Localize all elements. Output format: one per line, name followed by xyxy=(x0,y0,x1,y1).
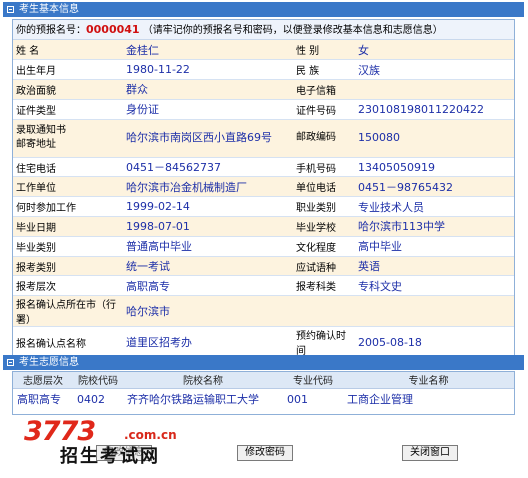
watermark-domain: .com.cn xyxy=(124,428,177,442)
wish-cell: 高职高专 xyxy=(13,388,73,410)
info-label: 姓 名 xyxy=(13,40,123,61)
info-label: 毕业学校 xyxy=(293,216,355,237)
info-value xyxy=(355,79,514,100)
info-value: 1998-07-01 xyxy=(123,216,293,237)
info-label: 报考科类 xyxy=(293,275,355,297)
reg-notice: 你的预报名号：0000041 （请牢记你的预报名号和密码，以便登录修改基本信息和… xyxy=(13,20,514,40)
info-label: 手机号码 xyxy=(293,157,355,178)
info-row: 何时参加工作 1999-02-14 职业类别 专业技术人员 xyxy=(13,196,514,218)
info-value: 2005-08-18 xyxy=(355,326,514,359)
wish-row: 高职高专 0402 齐齐哈尔铁路运输职工大学 001 工商企业管理 xyxy=(13,388,514,410)
info-row: 录取通知书 邮寄地址 哈尔滨市南岗区西小直路69号 邮政编码 150080 xyxy=(13,119,514,158)
info-label: 报考层次 xyxy=(13,275,123,297)
info-value: 专科文史 xyxy=(355,275,514,297)
info-label: 证件号码 xyxy=(293,99,355,120)
change-password-button[interactable]: 修改密码 xyxy=(237,445,293,461)
info-value: 汉族 xyxy=(355,59,514,81)
wish-info-panel: 志愿层次 院校代码 院校名称 专业代码 专业名称 高职高专 0402 齐齐哈尔铁路运输职工大… xyxy=(12,371,515,415)
reg-notice-text: （请牢记你的预报名号和密码，以便登录修改基本信息和志愿信息） xyxy=(142,25,443,36)
info-value: 女 xyxy=(355,40,514,61)
collapse-icon[interactable] xyxy=(7,6,14,13)
info-row: 报名确认点名称 道里区招考办 预约确认时间 2005-08-18 xyxy=(13,326,514,359)
info-value: 专业技术人员 xyxy=(355,196,514,218)
info-value: 群众 xyxy=(123,79,293,100)
close-window-button[interactable]: 关闭窗口 xyxy=(402,445,458,461)
info-value: 高中毕业 xyxy=(355,236,514,257)
info-value: 哈尔滨市冶金机械制造厂 xyxy=(123,176,293,198)
info-label: 毕业类别 xyxy=(13,236,123,257)
info-label: 报名确认点名称 xyxy=(13,326,123,359)
basic-info-panel: 你的预报名号：0000041 （请牢记你的预报名号和密码，以便登录修改基本信息和… xyxy=(12,19,515,359)
info-row: 姓 名金桂仁性 别女 xyxy=(13,40,514,61)
info-label: 工作单位 xyxy=(13,176,123,198)
info-value: 普通高中毕业 xyxy=(123,236,293,257)
wish-cell: 齐齐哈尔铁路运输职工大学 xyxy=(123,388,283,410)
info-value: 哈尔滨市113中学 xyxy=(355,216,514,237)
info-value: 1980-11-22 xyxy=(123,59,293,81)
info-label: 邮政编码 xyxy=(293,119,355,158)
info-label: 毕业日期 xyxy=(13,216,123,237)
info-value: 0451－84562737 xyxy=(123,157,293,178)
info-value: 身份证 xyxy=(123,99,293,120)
info-value: 0451－98765432 xyxy=(355,176,514,198)
info-row: 工作单位 哈尔滨市冶金机械制造厂 单位电话 0451－98765432 xyxy=(13,176,514,198)
info-label: 职业类别 xyxy=(293,196,355,218)
info-label: 报考类别 xyxy=(13,256,123,277)
wish-column-header: 志愿层次 xyxy=(13,372,73,389)
info-label: 政治面貌 xyxy=(13,79,123,100)
info-label: 文化程度 xyxy=(293,236,355,257)
info-label: 证件类型 xyxy=(13,99,123,120)
wish-column-header: 院校名称 xyxy=(123,372,283,389)
info-row: 毕业日期 1998-07-01 毕业学校 哈尔滨市113中学 xyxy=(13,216,514,237)
watermark-text: 招生考试网 xyxy=(60,446,160,467)
bottom-bar: 3773 .com.cn 修改信息 招生考试网 修改密码 关闭窗口 xyxy=(0,416,528,478)
info-label: 何时参加工作 xyxy=(13,196,123,218)
info-row: 报名确认点所在市（行署） 哈尔滨市 xyxy=(13,295,514,328)
basic-info-table: 姓 名金桂仁性 别女出生年月 1980-11-22 民 族汉族 政治面貌 群众 电子信箱证… xyxy=(13,40,514,359)
info-value: 1999-02-14 xyxy=(123,196,293,218)
reg-number: 0000041 xyxy=(86,23,140,36)
info-value: 统一考试 xyxy=(123,256,293,277)
info-value: 230108198011220422 xyxy=(355,99,514,120)
info-value: 哈尔滨市 xyxy=(123,295,514,328)
info-value: 150080 xyxy=(355,119,514,158)
collapse-icon[interactable] xyxy=(7,359,14,366)
info-label: 报名确认点所在市（行署） xyxy=(13,295,123,328)
info-row: 报考类别 统一考试 应试语种 英语 xyxy=(13,256,514,277)
info-label: 性 别 xyxy=(293,40,355,61)
info-value: 道里区招考办 xyxy=(123,326,293,359)
wish-info-title: 考生志愿信息 xyxy=(19,357,79,368)
wish-table: 志愿层次 院校代码 院校名称 专业代码 专业名称 高职高专 0402 齐齐哈尔铁路运输职工大… xyxy=(13,372,514,410)
wish-column-header: 专业代码 xyxy=(283,372,343,389)
info-row: 政治面貌 群众 电子信箱 xyxy=(13,79,514,100)
info-row: 出生年月 1980-11-22 民 族汉族 xyxy=(13,59,514,81)
wish-info-header: 考生志愿信息 xyxy=(3,355,524,370)
info-value: 13405050919 xyxy=(355,157,514,178)
wish-cell: 工商企业管理 xyxy=(343,388,514,410)
wish-column-header: 专业名称 xyxy=(343,372,514,389)
info-value: 哈尔滨市南岗区西小直路69号 xyxy=(123,119,293,158)
info-label: 预约确认时间 xyxy=(293,326,355,359)
info-label: 电子信箱 xyxy=(293,79,355,100)
info-label: 出生年月 xyxy=(13,59,123,81)
info-value: 金桂仁 xyxy=(123,40,293,61)
info-row: 住宅电话 0451－84562737 手机号码 13405050919 xyxy=(13,157,514,178)
wish-cell: 0402 xyxy=(73,388,123,410)
wish-column-header: 院校代码 xyxy=(73,372,123,389)
info-value: 高职高专 xyxy=(123,275,293,297)
info-label: 住宅电话 xyxy=(13,157,123,178)
reg-number-label: 你的预报名号： xyxy=(16,25,86,36)
info-row: 证件类型 身份证 证件号码 230108198011220422 xyxy=(13,99,514,120)
info-label: 单位电话 xyxy=(293,176,355,198)
info-label: 录取通知书 邮寄地址 xyxy=(13,119,123,158)
basic-info-title: 考生基本信息 xyxy=(19,4,79,15)
info-label: 民 族 xyxy=(293,59,355,81)
basic-info-header: 考生基本信息 xyxy=(3,2,524,17)
wish-cell: 001 xyxy=(283,388,343,410)
info-row: 报考层次 高职高专 报考科类 专科文史 xyxy=(13,275,514,297)
info-value: 英语 xyxy=(355,256,514,277)
info-label: 应试语种 xyxy=(293,256,355,277)
info-row: 毕业类别 普通高中毕业 文化程度 高中毕业 xyxy=(13,236,514,257)
